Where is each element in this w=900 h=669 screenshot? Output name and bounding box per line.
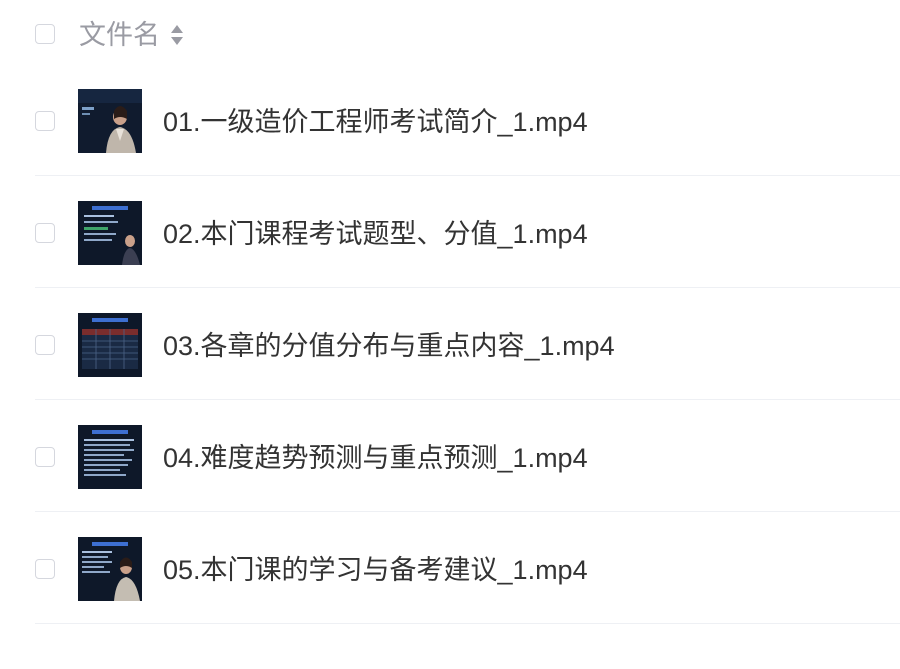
select-all-checkbox[interactable] [35,24,55,44]
file-name[interactable]: 02.本门课程考试题型、分值_1.mp4 [163,217,588,251]
file-row-checkbox[interactable] [35,335,55,355]
video-thumbnail-text-icon[interactable] [78,425,142,489]
sort-updown-icon[interactable] [170,22,184,48]
video-thumbnail-presenter-icon[interactable] [78,89,142,153]
file-row[interactable]: 04.难度趋势预测与重点预测_1.mp4 [0,400,900,512]
file-row-checkbox[interactable] [35,223,55,243]
file-name[interactable]: 03.各章的分值分布与重点内容_1.mp4 [163,329,615,363]
column-header-filename[interactable]: 文件名 [79,18,160,52]
file-row-checkbox[interactable] [35,111,55,131]
file-row[interactable]: 03.各章的分值分布与重点内容_1.mp4 [0,288,900,400]
file-row[interactable]: 02.本门课程考试题型、分值_1.mp4 [0,176,900,288]
file-row[interactable]: 05.本门课的学习与备考建议_1.mp4 [0,512,900,624]
video-thumbnail-slides-icon[interactable] [78,201,142,265]
file-list-header: 文件名 [0,0,900,70]
file-row-checkbox[interactable] [35,447,55,467]
row-divider [35,623,900,624]
video-thumbnail-table-icon[interactable] [78,313,142,377]
file-row-checkbox[interactable] [35,559,55,579]
video-thumbnail-presenter-icon[interactable] [78,537,142,601]
file-name[interactable]: 01.一级造价工程师考试简介_1.mp4 [163,105,588,139]
file-name[interactable]: 04.难度趋势预测与重点预测_1.mp4 [163,441,588,475]
file-row[interactable]: 01.一级造价工程师考试简介_1.mp4 [0,64,900,176]
file-name[interactable]: 05.本门课的学习与备考建议_1.mp4 [163,553,588,587]
